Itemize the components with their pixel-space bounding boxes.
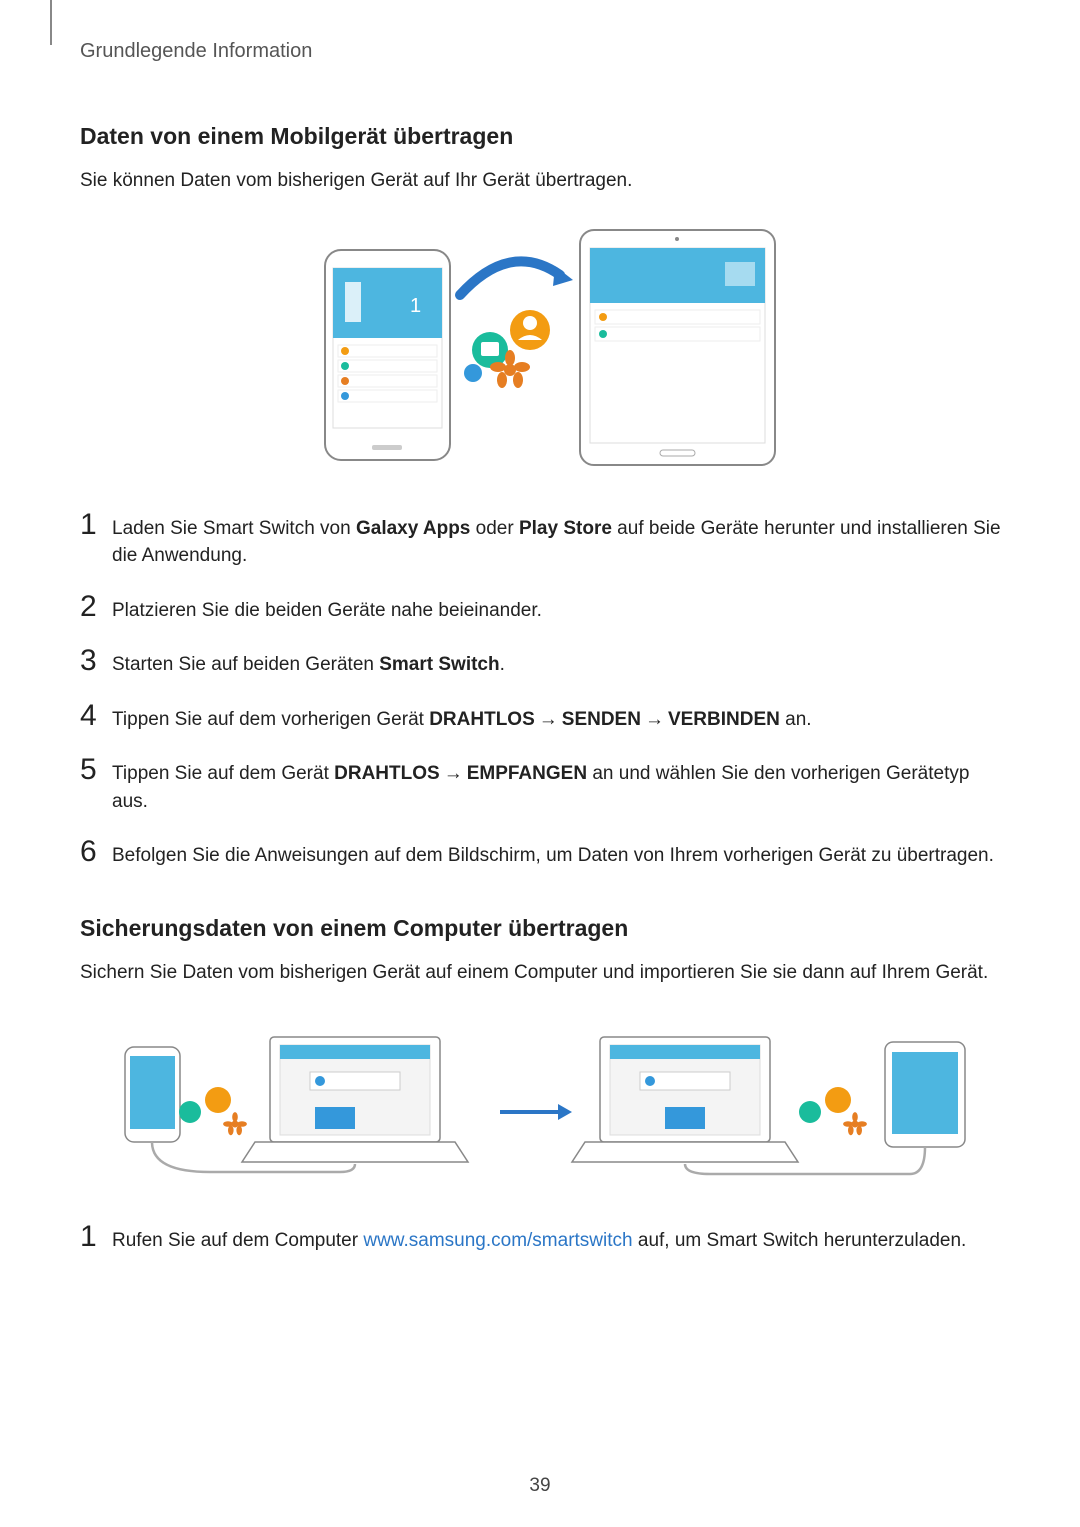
step-number: 3 xyxy=(80,646,112,676)
step-number: 2 xyxy=(80,592,112,622)
section2-step1-item: 1 Rufen Sie auf dem Computer www.samsung… xyxy=(80,1222,1010,1255)
step5-item: 5 Tippen Sie auf dem Gerät DRAHTLOS→EMPF… xyxy=(80,755,1010,815)
page-border xyxy=(50,0,52,45)
computer-transfer-svg xyxy=(110,1012,980,1182)
page-number: 39 xyxy=(529,1475,550,1497)
svg-text:1: 1 xyxy=(410,295,421,317)
section1-intro: Sie können Daten vom bisherigen Gerät au… xyxy=(80,168,1010,195)
step-text: Laden Sie Smart Switch von Galaxy Apps o… xyxy=(112,515,1010,570)
section2-intro: Sichern Sie Daten vom bisherigen Gerät a… xyxy=(80,960,1010,987)
step4-item: 4 Tippen Sie auf dem vorherigen Gerät DR… xyxy=(80,701,1010,734)
section2-title: Sicherungsdaten von einem Computer übert… xyxy=(80,915,1010,942)
step-number: 1 xyxy=(80,1222,112,1252)
step-number: 1 xyxy=(80,510,112,540)
smartswitch-link[interactable]: www.samsung.com/smartswitch xyxy=(363,1230,632,1251)
step-text: Befolgen Sie die Anweisungen auf dem Bil… xyxy=(112,842,1010,870)
step-number: 6 xyxy=(80,837,112,867)
illustration-computer-transfer xyxy=(80,1012,1010,1187)
section1-title: Daten von einem Mobilgerät übertragen xyxy=(80,123,1010,150)
step2-item: 2 Platzieren Sie die beiden Geräte nahe … xyxy=(80,592,1010,625)
step-text: Platzieren Sie die beiden Geräte nahe be… xyxy=(112,597,1010,625)
step-text: Starten Sie auf beiden Geräten Smart Swi… xyxy=(112,651,1010,679)
mobile-transfer-svg: 1 xyxy=(305,220,785,470)
step-number: 4 xyxy=(80,701,112,731)
step3-item: 3 Starten Sie auf beiden Geräten Smart S… xyxy=(80,646,1010,679)
step-text: Tippen Sie auf dem vorherigen Gerät DRAH… xyxy=(112,706,1010,734)
step6-item: 6 Befolgen Sie die Anweisungen auf dem B… xyxy=(80,837,1010,870)
section2-steps: 1 Rufen Sie auf dem Computer www.samsung… xyxy=(80,1222,1010,1255)
step-text: Rufen Sie auf dem Computer www.samsung.c… xyxy=(112,1227,1010,1255)
step-text: Tippen Sie auf dem Gerät DRAHTLOS→EMPFAN… xyxy=(112,760,1010,815)
illustration-mobile-transfer: 1 xyxy=(80,220,1010,475)
section1-steps: 1 Laden Sie Smart Switch von Galaxy Apps… xyxy=(80,510,1010,870)
page-header: Grundlegende Information xyxy=(80,40,1010,63)
step-number: 5 xyxy=(80,755,112,785)
step1-item: 1 Laden Sie Smart Switch von Galaxy Apps… xyxy=(80,510,1010,570)
